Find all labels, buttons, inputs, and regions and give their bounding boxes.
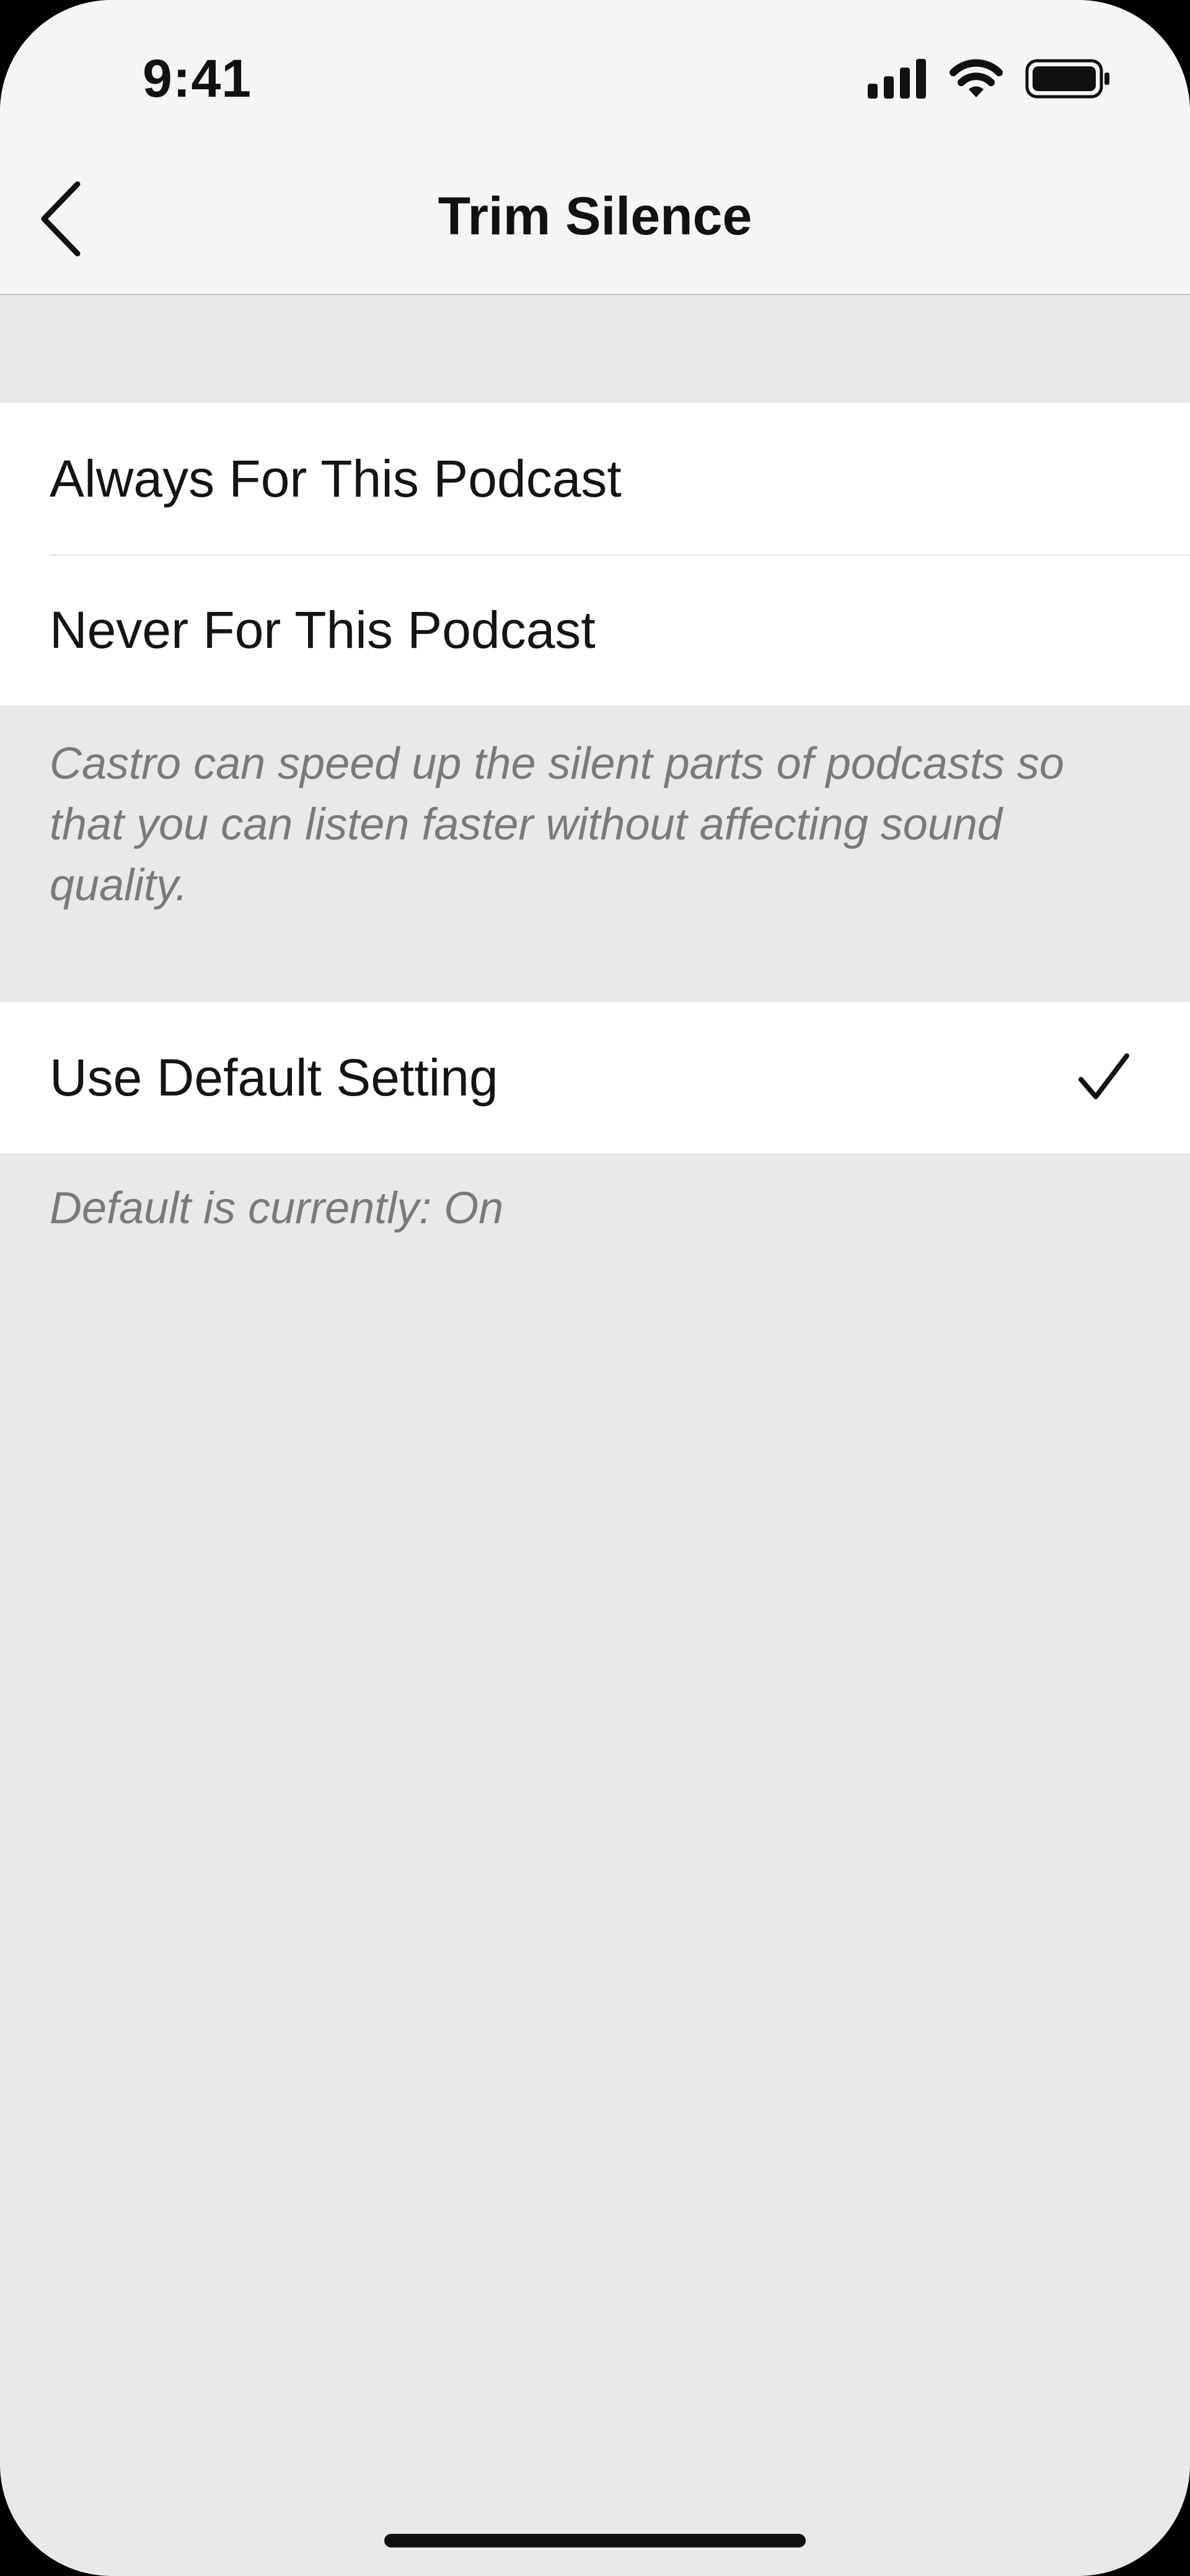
default-footnote: Default is currently: On [50, 1184, 504, 1233]
option-always-for-this-podcast[interactable]: Always For This Podcast [0, 403, 1190, 554]
battery-icon [1025, 59, 1109, 99]
cellular-signal-icon [868, 59, 926, 99]
option-label: Use Default Setting [50, 1048, 498, 1107]
options-group: Always For This Podcast Never For This P… [0, 403, 1190, 706]
option-never-for-this-podcast[interactable]: Never For This Podcast [0, 554, 1190, 706]
top-bar: 9:41 Trim Silence [0, 0, 1190, 295]
status-icons [868, 57, 1111, 100]
option-label: Always For This Podcast [50, 449, 622, 508]
checkmark-icon [1078, 1053, 1129, 1099]
wifi-icon [950, 59, 1003, 97]
phone-screen: 9:41 Trim Silence Always For This Podcas… [0, 0, 1190, 2576]
option-use-default-setting[interactable]: Use Default Setting [0, 1002, 1190, 1153]
status-time: 9:41 [143, 49, 252, 108]
options-footnote: Castro can speed up the silent parts of … [50, 739, 1064, 910]
default-group: Use Default Setting [0, 1002, 1190, 1153]
home-indicator[interactable] [384, 2534, 806, 2547]
option-label: Never For This Podcast [50, 600, 596, 659]
page-title: Trim Silence [438, 187, 752, 246]
